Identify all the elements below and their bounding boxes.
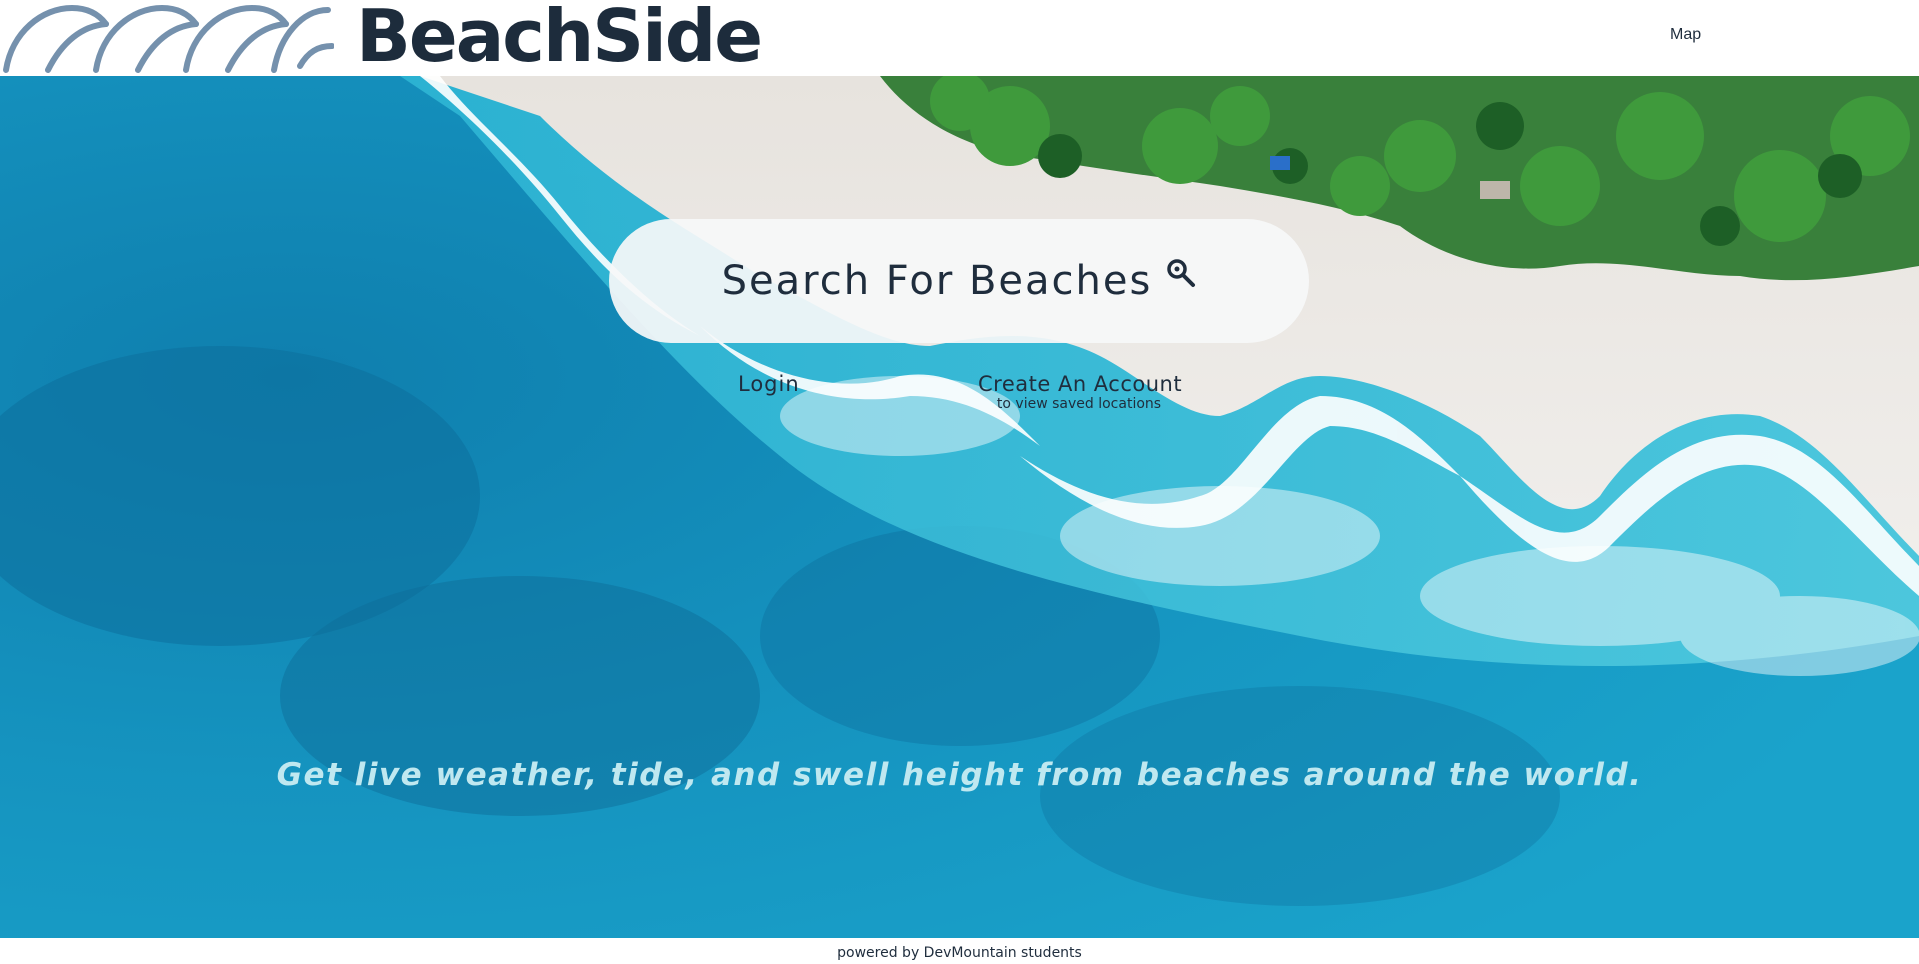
create-account-subtext: to view saved locations bbox=[996, 396, 1162, 412]
beach-background-image bbox=[0, 76, 1919, 938]
hero-section: Search For Beaches Login Create An Accou… bbox=[0, 76, 1919, 938]
create-account-link[interactable]: Create An Account to view saved location… bbox=[978, 372, 1183, 412]
search-beaches-label: Search For Beaches bbox=[721, 258, 1153, 304]
brand-name: BeachSide bbox=[356, 0, 763, 78]
search-beaches-button[interactable]: Search For Beaches bbox=[609, 219, 1309, 343]
create-account-label: Create An Account bbox=[978, 372, 1183, 396]
nav-link-map[interactable]: Map bbox=[1670, 26, 1701, 44]
waves-icon bbox=[3, 4, 334, 73]
login-link[interactable]: Login bbox=[738, 372, 800, 396]
footer-credit: powered by DevMountain students bbox=[837, 945, 1082, 961]
search-icon bbox=[1167, 259, 1196, 287]
footer: powered by DevMountain students bbox=[0, 938, 1919, 964]
hero-tagline: Get live weather, tide, and swell height… bbox=[276, 757, 1643, 793]
header: BeachSide Map bbox=[0, 0, 1919, 78]
